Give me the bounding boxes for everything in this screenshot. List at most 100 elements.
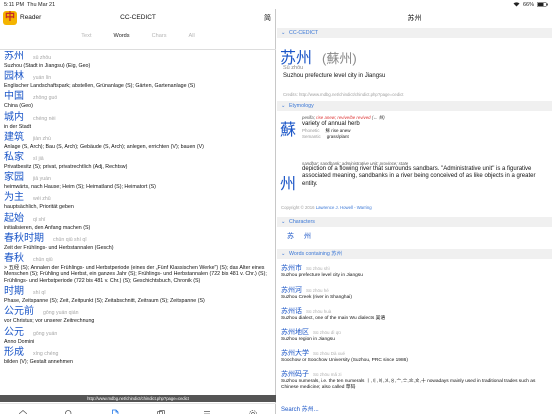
battery-percent: 66% xyxy=(522,1,534,8)
list-item[interactable]: 春秋时期 chūn qiū shí qī Zeit der Frühlings- u… xyxy=(4,233,274,252)
entry-headword: 中国 zhōng guó xyxy=(4,91,274,103)
entry-hanzi: 公元前 xyxy=(4,306,34,318)
battery-icon xyxy=(537,2,548,7)
cedict-credit[interactable]: Credits: http://www.mdbg.net/chindict/ch… xyxy=(283,92,404,97)
ety-tag: perilla; xyxy=(302,115,317,120)
flashcards-icon[interactable] xyxy=(156,409,166,414)
word-definition: Suzhou region in Jiangsu xyxy=(281,337,335,342)
etymology-entry-su: perilla; rise anew; revive/be revived (←… xyxy=(302,115,547,140)
credit-url-bar[interactable]: http://www.mdbg.net/chindict/chindict.ph… xyxy=(0,395,276,402)
entry-pinyin: gōng yuán xyxy=(33,330,58,337)
list-item[interactable]: 时期 shí qī Phase, Zeitspanne (S); Zeit, Zei… xyxy=(4,286,274,305)
character-link[interactable]: 州 xyxy=(304,231,311,241)
character-link[interactable]: 苏 xyxy=(287,231,294,241)
semantic-value: grass/plant xyxy=(326,134,349,139)
list-icon[interactable] xyxy=(202,409,212,414)
section-words-label: Words containing 苏州 xyxy=(289,251,342,257)
chevron-down-icon: ⌄ xyxy=(281,219,286,225)
section-cc-cedict[interactable]: ⌄ CC-CEDICT xyxy=(277,28,552,38)
entry-hanzi: 起始 xyxy=(4,212,24,224)
related-word-item[interactable]: 苏州地区 Sū zhōu dì qū Suzhou region in Jiangs… xyxy=(281,327,549,343)
list-item[interactable]: 苏州 sū zhōu Suzhou (Stadt in Jiangsu) (Eig,… xyxy=(4,51,274,70)
entry-headword: 私家 sī jiā xyxy=(4,152,274,164)
entry-definition: in der Stadt xyxy=(4,123,32,130)
etymology-meaning: variety of annual herb xyxy=(302,121,360,127)
list-item[interactable]: 私家 sī jiā Privatbesitz (S); privat, privat… xyxy=(4,152,274,171)
related-word-item[interactable]: 苏州码子 Sū zhōu mǎ zi Suzhou numerals, i.e. t… xyxy=(281,369,549,391)
list-item[interactable]: 公元 gōng yuán Anno Domini xyxy=(4,327,274,346)
tab-text[interactable]: Text xyxy=(81,30,91,44)
tab-all[interactable]: All xyxy=(189,30,195,44)
entry-headword: 建筑 jiàn zhù xyxy=(4,132,274,144)
entry-hanzi: 园林 xyxy=(4,71,24,83)
etymology-entry-zhou: sandbar; sandbank; administrative unit; … xyxy=(302,161,547,188)
word-headword: 苏州市 Sū zhōu shì xyxy=(281,263,549,273)
simplified-traditional-toggle[interactable]: 简 xyxy=(264,13,271,23)
list-item[interactable]: 形成 xíng chéng bilden (V); Gestalt annehmen xyxy=(4,347,274,366)
entry-hanzi: 为主 xyxy=(4,192,24,204)
headword-definition: Suzhou prefecture level city in Jiangsu xyxy=(283,73,386,79)
document-icon[interactable] xyxy=(110,409,120,414)
search-icon[interactable] xyxy=(64,409,74,414)
gear-icon[interactable] xyxy=(248,409,258,414)
word-definition: Suzhou numerals, i.e. the ten numerals 〡… xyxy=(281,379,536,390)
list-item[interactable]: 城内 chéng nèi in der Stadt xyxy=(4,112,274,131)
chevron-down-icon: ⌄ xyxy=(281,103,286,109)
entry-hanzi: 中国 xyxy=(4,91,24,103)
entry-hanzi: 时期 xyxy=(4,286,24,298)
list-item[interactable]: 中国 zhōng guó China (Geo) xyxy=(4,91,274,110)
entry-definition: Anno Domini xyxy=(4,338,35,345)
list-item[interactable]: 家园 jiā yuán heimwärts, nach Hause; Heim (S… xyxy=(4,172,274,191)
entry-definition: > 五经 (S); Annalen der Frühlings- und Her… xyxy=(4,264,267,285)
word-hanzi: 苏州大学 xyxy=(281,350,309,357)
entry-hanzi: 形成 xyxy=(4,346,24,358)
word-definition: Suzhou Creek (river in Shanghai) xyxy=(281,295,352,300)
word-pinyin: Sū zhōu mǎ zi xyxy=(313,372,342,377)
entry-pinyin: chūn qiū xyxy=(33,256,53,263)
entry-hanzi: 公元 xyxy=(4,326,24,338)
related-word-item[interactable]: 苏州话 Sū zhōu huà Suzhou dialect, one of the… xyxy=(281,306,549,322)
detail-title: 苏州 xyxy=(407,15,422,22)
headword-traditional: (蘇州) xyxy=(322,51,357,66)
entry-hanzi: 苏州 xyxy=(4,51,24,62)
entry-headword: 形成 xíng chéng xyxy=(4,347,274,359)
word-hanzi: 苏州河 xyxy=(281,287,302,294)
entry-pinyin: qǐ shǐ xyxy=(33,216,46,223)
list-item[interactable]: 公元前 gōng yuán qián vor Christus; vor unser… xyxy=(4,306,274,325)
word-headword: 苏州河 Sū zhōu hé xyxy=(281,285,549,295)
list-item[interactable]: 起始 qǐ shǐ initialisieren, den Anfang mache… xyxy=(4,213,274,232)
tab-words[interactable]: Words xyxy=(114,30,130,44)
section-words-containing[interactable]: ⌄ Words containing 苏州 xyxy=(277,249,552,259)
entry-headword: 春秋时期 chūn qiū shí qī xyxy=(4,233,274,245)
entry-headword: 公元 gōng yuán xyxy=(4,327,274,339)
related-word-item[interactable]: 苏州市 Sū zhōu shì Suzhou prefecture level ci… xyxy=(281,263,549,279)
section-etymology[interactable]: ⌄ Etymology xyxy=(277,101,552,111)
home-icon[interactable] xyxy=(18,409,28,414)
related-word-item[interactable]: 苏州大学 Sū zhōu Dà xué Soochow or Soochow Uni… xyxy=(281,348,549,364)
list-item[interactable]: 建筑 jiàn zhù Anlage (S, Arch); Bau (S, Arch… xyxy=(4,132,274,151)
status-time: 5:11 PM xyxy=(4,1,25,8)
section-characters-label: Characters xyxy=(289,219,315,225)
entry-pinyin: yuán lín xyxy=(33,75,52,82)
list-item[interactable]: 为主 wéi zhǔ hauptsächlich, Priorität geben xyxy=(4,192,274,211)
etymology-char-zhou[interactable]: 州 xyxy=(280,170,296,194)
entry-headword: 家园 jiā yuán xyxy=(4,172,274,184)
entry-pinyin: jiàn zhù xyxy=(33,135,51,142)
entry-headword: 起始 qǐ shǐ xyxy=(4,213,274,225)
dictionary-title: CC-CEDICT xyxy=(120,14,156,21)
list-item[interactable]: 园林 yuán lín Englischer Landschaftspark; ab… xyxy=(4,71,274,90)
entry-definition: bilden (V); Gestalt annehmen xyxy=(4,358,73,365)
word-pinyin: Sū zhōu dì qū xyxy=(313,330,341,335)
tab-chars[interactable]: Chars xyxy=(152,30,167,44)
entry-headword: 时期 shí qī xyxy=(4,286,274,298)
section-characters[interactable]: ⌄ Characters xyxy=(277,217,552,227)
copyright-author-link[interactable]: Lawrence J. Howell - Warring xyxy=(316,205,372,210)
etymology-char-su[interactable]: 蘇 xyxy=(280,116,296,140)
search-more-link[interactable]: Search 苏州... xyxy=(281,404,319,413)
entry-pinyin: jiā yuán xyxy=(33,176,51,183)
entry-headword: 春秋 chūn qiū xyxy=(4,253,274,265)
list-item[interactable]: 春秋 chūn qiū > 五经 (S); Annalen der Frühling… xyxy=(4,253,274,285)
entry-headword: 苏州 sū zhōu xyxy=(4,51,274,63)
etymology-copyright: Copyright © 2016 Lawrence J. Howell - Wa… xyxy=(281,205,372,210)
related-word-item[interactable]: 苏州河 Sū zhōu hé Suzhou Creek (river in Shan… xyxy=(281,285,549,301)
